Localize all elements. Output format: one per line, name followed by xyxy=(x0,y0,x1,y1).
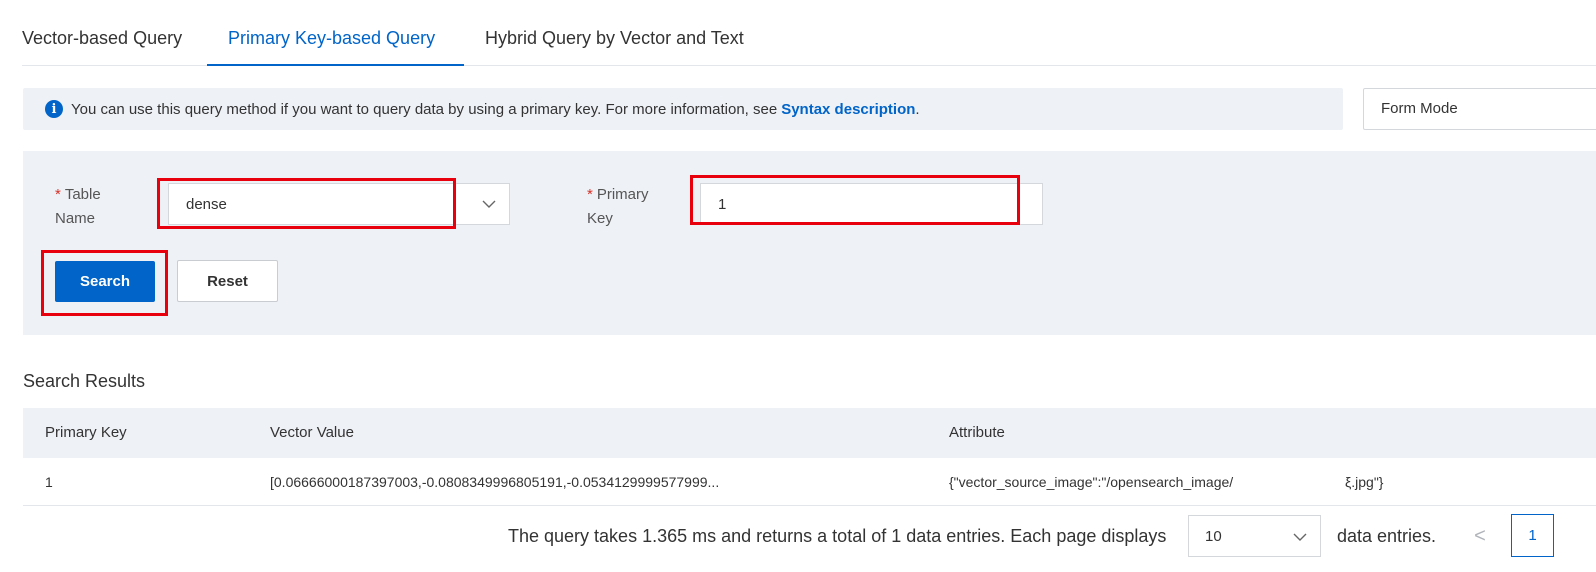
chevron-down-icon xyxy=(482,200,496,208)
page-number-button[interactable]: 1 xyxy=(1511,514,1554,557)
table-name-label: * Table Name xyxy=(55,186,101,227)
results-table: Primary Key Vector Value Attribute 1 [0.… xyxy=(23,408,1596,506)
tabs-divider xyxy=(794,65,1596,66)
chevron-down-icon xyxy=(1293,533,1307,541)
page-size-select[interactable]: 10 xyxy=(1188,515,1321,557)
required-mark: * xyxy=(587,186,593,203)
cell-attribute: {"vector_source_image":"/opensearch_imag… xyxy=(949,474,1234,490)
previous-page-button[interactable]: < xyxy=(1470,524,1490,548)
info-suffix: . xyxy=(915,100,920,118)
cell-attribute-tail: ξ.jpg"} xyxy=(1345,474,1384,490)
cell-primary-key: 1 xyxy=(45,474,53,490)
page-size-value: 10 xyxy=(1205,528,1222,545)
pagination-summary: The query takes 1.365 ms and returns a t… xyxy=(508,526,1167,546)
mode-select[interactable]: Form Mode xyxy=(1363,88,1596,130)
tab-primary-key-query[interactable]: Primary Key-based Query xyxy=(228,0,435,66)
info-text: You can use this query method if you wan… xyxy=(71,100,778,118)
syntax-description-link[interactable]: Syntax description xyxy=(781,101,915,118)
info-icon: i xyxy=(45,100,63,118)
pagination-suffix: data entries. xyxy=(1337,526,1437,546)
tab-hybrid-query[interactable]: Hybrid Query by Vector and Text xyxy=(485,0,744,66)
column-primary-key: Primary Key xyxy=(45,424,127,441)
reset-button[interactable]: Reset xyxy=(177,260,278,302)
table-name-value: dense xyxy=(186,196,227,213)
cell-vector-value: [0.06666000187397003,-0.0808349996805191… xyxy=(270,474,720,490)
required-mark: * xyxy=(55,186,61,203)
table-row: 1 [0.06666000187397003,-0.08083499968051… xyxy=(23,458,1596,506)
active-tab-indicator xyxy=(207,64,464,66)
tab-vector-query[interactable]: Vector-based Query xyxy=(22,0,182,66)
search-button[interactable]: Search xyxy=(55,261,155,302)
table-name-select[interactable]: dense xyxy=(168,183,510,225)
query-form: * Table Name dense * Primary Key 1 Search … xyxy=(23,151,1596,335)
column-vector-value: Vector Value xyxy=(270,424,354,441)
table-header: Primary Key Vector Value Attribute xyxy=(23,408,1596,458)
info-banner: i You can use this query method if you w… xyxy=(23,88,1343,130)
primary-key-input[interactable]: 1 xyxy=(700,183,1043,225)
search-results-title: Search Results xyxy=(23,371,146,391)
column-attribute: Attribute xyxy=(949,424,1005,441)
primary-key-label: * Primary Key xyxy=(587,186,649,227)
